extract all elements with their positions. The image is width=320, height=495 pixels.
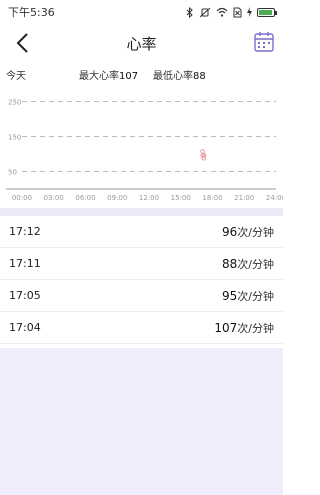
record-reading: 96次/分钟 xyxy=(222,224,274,240)
record-value: 96 xyxy=(222,224,238,239)
record-unit: 次/分钟 xyxy=(237,289,274,303)
record-time: 17:12 xyxy=(9,225,41,238)
y-tick-label: 150 xyxy=(8,134,21,142)
data-point xyxy=(200,149,205,154)
bluetooth-icon xyxy=(186,6,193,18)
status-bar: 下午5:36 xyxy=(0,0,283,24)
record-value: 88 xyxy=(222,256,238,271)
x-tick-label: 24:00 xyxy=(266,194,283,202)
heart-rate-summary: 今天 最大心率107 最低心率88 xyxy=(0,62,283,84)
heart-rate-chart: 250 150 50 00:00 03:00 06:00 09:00 12:00 15:00 18… xyxy=(6,99,283,202)
x-tick-label: 00:00 xyxy=(12,194,32,202)
record-value: 107 xyxy=(214,320,238,335)
battery-icon xyxy=(257,7,277,17)
x-tick-label: 06:00 xyxy=(75,194,95,202)
wifi-icon xyxy=(216,7,228,17)
record-unit: 次/分钟 xyxy=(237,321,274,335)
record-unit: 次/分钟 xyxy=(237,257,274,271)
rotate-lock-icon xyxy=(199,7,211,17)
record-row[interactable]: 17:12 96次/分钟 xyxy=(0,216,283,248)
record-row[interactable]: 17:05 95次/分钟 xyxy=(0,280,283,312)
record-unit: 次/分钟 xyxy=(237,225,274,239)
title-bar: 心率 xyxy=(0,24,283,62)
max-heart-rate: 最大心率107 xyxy=(79,67,138,82)
heart-rate-records: 17:12 96次/分钟 17:11 88次/分钟 17:05 95次/分钟 17:04 10… xyxy=(0,216,283,344)
x-tick-label: 15:00 xyxy=(171,194,191,202)
y-tick-label: 50 xyxy=(8,169,17,177)
record-reading: 88次/分钟 xyxy=(222,256,274,272)
battery-level-fill xyxy=(259,9,273,15)
x-tick-label: 12:00 xyxy=(139,194,159,202)
record-time: 17:04 xyxy=(9,321,41,334)
min-label: 最低心率 xyxy=(153,71,193,82)
calendar-icon[interactable] xyxy=(253,30,275,54)
status-time: 下午5:36 xyxy=(8,6,55,19)
min-heart-rate: 最低心率88 xyxy=(153,67,206,82)
no-sim-icon xyxy=(233,7,242,17)
today-label[interactable]: 今天 xyxy=(6,67,26,82)
page-title: 心率 xyxy=(126,34,157,53)
section-divider xyxy=(0,208,283,216)
x-tick-label: 03:00 xyxy=(44,194,64,202)
record-time: 17:05 xyxy=(9,289,41,302)
x-tick-label: 09:00 xyxy=(107,194,127,202)
record-row[interactable]: 17:11 88次/分钟 xyxy=(0,248,283,280)
charging-icon xyxy=(247,7,252,17)
y-tick-label: 250 xyxy=(8,99,21,107)
record-reading: 95次/分钟 xyxy=(222,288,274,304)
x-tick-label: 21:00 xyxy=(234,194,254,202)
max-value: 107 xyxy=(119,71,139,82)
record-reading: 107次/分钟 xyxy=(214,320,274,336)
x-tick-label: 18:00 xyxy=(202,194,222,202)
status-icons xyxy=(186,6,277,18)
max-label: 最大心率 xyxy=(79,71,119,82)
record-time: 17:11 xyxy=(9,257,41,270)
empty-area xyxy=(0,348,283,495)
record-row[interactable]: 17:04 107次/分钟 xyxy=(0,312,283,344)
min-value: 88 xyxy=(193,71,206,82)
back-chevron-icon[interactable] xyxy=(12,30,34,56)
record-value: 95 xyxy=(222,288,238,303)
